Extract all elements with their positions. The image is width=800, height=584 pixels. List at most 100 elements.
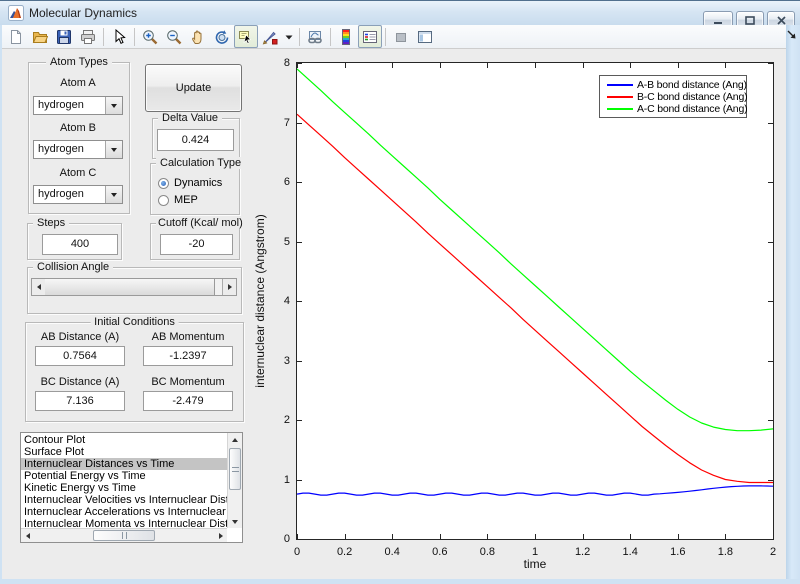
link-plot-button[interactable] bbox=[303, 25, 327, 48]
atom-b-dropdown[interactable]: hydrogen bbox=[33, 140, 123, 159]
scroll-right-button[interactable] bbox=[214, 529, 227, 542]
scroll-down-button[interactable] bbox=[228, 515, 242, 528]
save-button[interactable] bbox=[52, 25, 76, 48]
axis-tick bbox=[725, 63, 727, 68]
atom-b-dropdown-button[interactable] bbox=[105, 141, 122, 158]
list-item[interactable]: Surface Plot bbox=[21, 446, 227, 458]
collision-angle-slider[interactable] bbox=[31, 278, 237, 296]
brush-button[interactable] bbox=[258, 25, 282, 48]
list-item[interactable]: Internuclear Momenta vs Internuclear Dis… bbox=[21, 518, 227, 528]
steps-legend: Steps bbox=[33, 217, 70, 229]
show-plot-tools-button[interactable] bbox=[413, 25, 437, 48]
maximize-icon bbox=[745, 15, 755, 25]
axis-tick bbox=[677, 534, 679, 539]
zoom-out-button[interactable] bbox=[162, 25, 186, 48]
ab-distance-label: AB Distance (A) bbox=[40, 331, 120, 343]
legend-entry-label: A-B bond distance (Ang) bbox=[637, 79, 747, 91]
series-line bbox=[297, 68, 773, 432]
ab-momentum-label: AB Momentum bbox=[151, 331, 225, 343]
vertical-scroll-thumb[interactable] bbox=[229, 448, 241, 490]
axis-tick bbox=[630, 534, 632, 539]
atom-c-dropdown-button[interactable] bbox=[105, 186, 122, 203]
plot-area[interactable] bbox=[296, 62, 774, 540]
open-file-button[interactable] bbox=[28, 25, 52, 48]
toolbar-separator bbox=[330, 27, 331, 46]
atom-c-dropdown[interactable]: hydrogen bbox=[33, 185, 123, 204]
chart-legend[interactable]: A-B bond distance (Ang) B-C bond distance… bbox=[599, 75, 748, 118]
list-item[interactable]: Potential Energy vs Time bbox=[21, 470, 227, 482]
x-tick-label: 1.6 bbox=[670, 546, 686, 558]
save-icon bbox=[57, 29, 71, 44]
list-item[interactable]: Internuclear Distances vs Time bbox=[21, 458, 227, 470]
steps-field[interactable]: 400 bbox=[42, 234, 118, 255]
axis-tick bbox=[768, 63, 773, 64]
chevron-down-icon bbox=[111, 147, 117, 152]
axis-tick bbox=[297, 420, 302, 421]
atom-a-dropdown-button[interactable] bbox=[105, 97, 122, 114]
edit-plot-button[interactable] bbox=[107, 25, 131, 48]
calculation-type-legend: Calculation Type bbox=[156, 157, 246, 169]
atom-a-value: hydrogen bbox=[38, 99, 84, 111]
insert-colorbar-button[interactable] bbox=[334, 25, 358, 48]
update-button[interactable]: Update bbox=[145, 64, 242, 112]
list-item[interactable]: Internuclear Accelerations vs Internucle… bbox=[21, 506, 227, 518]
delta-value-field[interactable]: 0.424 bbox=[157, 129, 234, 151]
scroll-left-button[interactable] bbox=[21, 529, 34, 542]
legend-entry-label: B-C bond distance (Ang) bbox=[637, 91, 748, 103]
arrow-left-icon bbox=[25, 532, 30, 539]
insert-legend-button[interactable] bbox=[358, 25, 382, 48]
y-tick-label: 5 bbox=[283, 235, 290, 248]
y-tick-label: 0 bbox=[283, 533, 290, 545]
plot-list-items: Contour Plot Surface Plot Internuclear Dis… bbox=[21, 434, 227, 528]
y-tick-label: 3 bbox=[283, 354, 290, 367]
slider-thumb[interactable] bbox=[45, 279, 215, 295]
new-file-button[interactable] bbox=[4, 25, 28, 48]
rotate-3d-button[interactable] bbox=[210, 25, 234, 48]
slider-right-arrow[interactable] bbox=[222, 279, 236, 295]
show-plot-tools-dock-icon bbox=[418, 30, 432, 43]
mep-radio[interactable]: MEP bbox=[158, 194, 198, 206]
series-line bbox=[297, 113, 773, 484]
x-tick-label: 0.4 bbox=[384, 546, 400, 558]
cutoff-field[interactable]: -20 bbox=[160, 234, 233, 255]
ab-momentum-field[interactable]: -1.2397 bbox=[143, 346, 233, 366]
zoom-in-button[interactable] bbox=[138, 25, 162, 48]
brush-dropdown-button[interactable] bbox=[282, 25, 296, 48]
axis-tick bbox=[768, 360, 773, 362]
atom-b-label: Atom B bbox=[59, 122, 97, 134]
horizontal-scrollbar[interactable] bbox=[21, 528, 227, 542]
atom-a-label: Atom A bbox=[60, 77, 96, 89]
data-cursor-button[interactable] bbox=[234, 25, 258, 48]
list-item[interactable]: Internuclear Velocities vs Internuclear … bbox=[21, 494, 227, 506]
dock-figure-arrow-icon[interactable] bbox=[786, 29, 798, 41]
hide-plot-tools-button[interactable] bbox=[389, 25, 413, 48]
vertical-scrollbar[interactable] bbox=[227, 433, 242, 528]
rotate-3d-icon bbox=[215, 29, 229, 44]
atom-a-dropdown[interactable]: hydrogen bbox=[33, 96, 123, 115]
axis-tick bbox=[773, 534, 774, 539]
axis-tick bbox=[392, 63, 394, 68]
arrow-right-icon bbox=[218, 532, 223, 539]
scroll-up-button[interactable] bbox=[228, 433, 242, 446]
arrow-up-icon bbox=[232, 437, 238, 442]
titlebar[interactable]: Molecular Dynamics bbox=[0, 0, 800, 29]
axis-tick bbox=[297, 360, 302, 362]
bc-momentum-field[interactable]: -2.479 bbox=[143, 391, 233, 411]
bc-momentum-label: BC Momentum bbox=[151, 376, 225, 388]
axis-tick bbox=[630, 63, 632, 68]
dynamics-radio-label: Dynamics bbox=[174, 177, 223, 189]
axis-tick bbox=[487, 63, 489, 68]
bc-distance-field[interactable]: 7.136 bbox=[35, 391, 125, 411]
list-item[interactable]: Contour Plot bbox=[21, 434, 227, 446]
horizontal-scroll-thumb[interactable] bbox=[93, 530, 155, 541]
atom-c-value: hydrogen bbox=[38, 188, 84, 200]
print-button[interactable] bbox=[76, 25, 100, 48]
dynamics-radio[interactable]: Dynamics bbox=[158, 177, 222, 189]
ab-distance-field[interactable]: 0.7564 bbox=[35, 346, 125, 366]
plot-type-listbox[interactable]: Contour Plot Surface Plot Internuclear Dis… bbox=[20, 432, 243, 543]
slider-left-arrow[interactable] bbox=[32, 279, 46, 295]
pan-button[interactable] bbox=[186, 25, 210, 48]
axis-tick bbox=[768, 420, 773, 421]
axis-tick bbox=[768, 182, 773, 183]
list-item[interactable]: Kinetic Energy vs Time bbox=[21, 482, 227, 494]
